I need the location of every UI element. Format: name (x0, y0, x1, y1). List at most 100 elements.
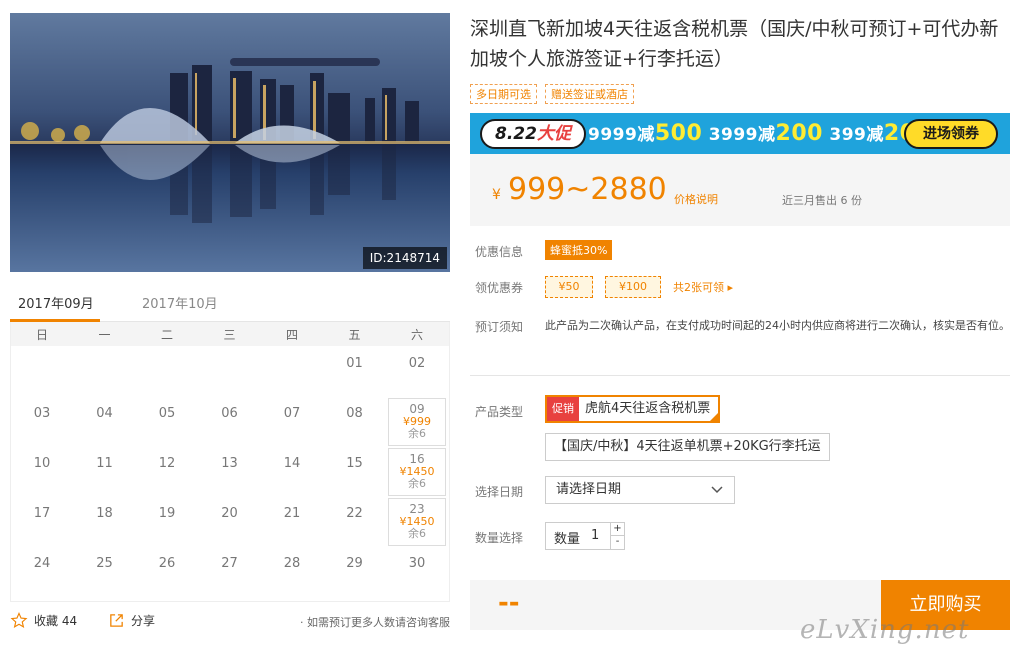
calendar-day: 05 (138, 398, 196, 446)
calendar-day-available[interactable]: 23 ¥1450 余6 (388, 498, 446, 546)
calendar-day: 02 (388, 348, 446, 396)
calendar-day: 19 (138, 498, 196, 546)
calendar-day: 18 (76, 498, 134, 546)
price-box: ¥ 999~2880 价格说明 近三月售出 6 份 (470, 154, 1010, 226)
price-explain-link[interactable]: 价格说明 (674, 191, 718, 207)
calendar-day: 04 (76, 398, 134, 446)
tag-multi-date: 多日期可选 (470, 84, 537, 104)
day-number: 30 (408, 556, 426, 571)
promo-offers: 9999减500 3999减200 399减20 (588, 120, 916, 146)
coupon-label: 领优惠券 (475, 281, 524, 295)
promo-badge: 8.22大促 (480, 119, 586, 149)
calendar-day: 14 (263, 448, 321, 496)
tab-month-sep[interactable]: 2017年09月 (18, 293, 94, 312)
day-number: 19 (158, 506, 176, 521)
product-actions: 收藏 44 分享 · 如需预订更多人数请咨询客服 (10, 612, 450, 632)
day-number: 04 (96, 406, 113, 421)
coupon-more-link[interactable]: 共2张可领 ▸ (673, 279, 733, 295)
calendar-day: 30 (388, 548, 446, 596)
coupon-50[interactable]: ¥50 (545, 276, 593, 298)
weekday-label: 一 (98, 328, 111, 342)
calendar-day-available[interactable]: 16 ¥1450 余6 (388, 448, 446, 496)
booking-notice: 此产品为二次确认产品，在支付成功时间起的24小时内供应商将进行二次确认，核实是否… (545, 319, 1010, 332)
promo-offer-threshold: 9999减 (588, 125, 655, 145)
quantity-plus-button[interactable]: + (610, 523, 624, 536)
day-number: 22 (346, 506, 363, 521)
day-number: 01 (346, 356, 363, 371)
quantity-text: 数量 (554, 532, 581, 547)
day-number: 09 (409, 402, 425, 416)
selected-corner-icon (709, 412, 720, 422)
day-number: 06 (221, 406, 238, 421)
day-number: 02 (408, 356, 426, 371)
weekday-label: 四 (285, 328, 298, 342)
day-number: 16 (409, 452, 425, 466)
calendar-day: 21 (263, 498, 321, 546)
weekday-label: 日 (35, 328, 48, 342)
product-title: 深圳直飞新加坡4天往返含税机票（国庆/中秋可预订+可代办新加坡个人旅游签证+行李… (470, 18, 999, 70)
price-currency: ¥ (492, 187, 501, 203)
tab-month-oct[interactable]: 2017年10月 (142, 293, 218, 312)
weekday-label: 六 (410, 328, 423, 342)
promo-enter-button[interactable]: 进场领券 (904, 119, 998, 149)
notice-label: 预订须知 (475, 320, 524, 334)
chevron-down-icon (711, 486, 723, 494)
day-number: 17 (33, 506, 51, 521)
calendar-day: 28 (263, 548, 321, 596)
day-number: 13 (221, 456, 238, 471)
day-number: 11 (96, 456, 113, 471)
calendar-day: 22 (326, 498, 384, 546)
promo-tag: 促销 (547, 397, 579, 421)
promo-offer-amount: 500 (654, 121, 703, 146)
discount-badge: 蜂蜜抵30% (545, 240, 613, 260)
product-option-selected[interactable]: 促销 虎航4天往返含税机票 (545, 395, 721, 423)
favorite-button[interactable]: 收藏 44 (10, 612, 77, 629)
day-number: 05 (158, 406, 176, 421)
day-number: 15 (346, 456, 363, 471)
day-number: 14 (283, 456, 301, 471)
day-number: 27 (221, 556, 238, 571)
product-tags: 多日期可选 赠送签证或酒店 (470, 84, 634, 104)
promo-offer-amount: 200 (775, 121, 823, 146)
day-number: 25 (96, 556, 113, 571)
calendar-day: 29 (326, 548, 384, 596)
total-price: -- (498, 588, 520, 618)
day-number: 03 (33, 406, 51, 421)
promo-badge-number: 8.22 (495, 124, 537, 144)
day-number: 29 (346, 556, 363, 571)
consult-hint: · 如需预订更多人数请咨询客服 (300, 616, 450, 629)
day-number: 28 (283, 556, 301, 571)
day-number: 24 (33, 556, 51, 571)
share-button[interactable]: 分享 (108, 612, 155, 629)
day-number: 26 (158, 556, 176, 571)
section-divider (470, 375, 1010, 376)
day-number: 18 (96, 506, 113, 521)
calendar-day: 07 (263, 398, 321, 446)
calendar-day: 03 (13, 398, 71, 446)
photo-id-label: ID:2148714 (362, 247, 447, 269)
day-number: 07 (283, 406, 301, 421)
calendar-day: 12 (138, 448, 196, 496)
calendar-day: 20 (201, 498, 259, 546)
product-option[interactable]: 【国庆/中秋】4天往返单机票+20KG行李托运 (545, 433, 830, 461)
watermark: eLvXing.net (800, 615, 970, 645)
quantity-stepper: 数量 1 + - (545, 522, 625, 550)
coupon-100[interactable]: ¥100 (605, 276, 661, 298)
weekday-label: 二 (160, 328, 173, 342)
promo-banner[interactable]: 8.22大促 9999减500 3999减200 399减20 进场领券 (470, 113, 1010, 154)
star-icon (10, 612, 28, 629)
calendar-day: 11 (76, 448, 134, 496)
quantity-value[interactable]: 1 (591, 528, 599, 543)
day-stock: 余6 (408, 477, 426, 490)
weekday-label: 三 (223, 328, 236, 342)
calendar-day: 24 (13, 548, 71, 596)
promo-badge-text: 大促 (536, 124, 571, 144)
day-number: 12 (158, 456, 176, 471)
discount-label: 优惠信息 (475, 245, 524, 259)
date-select[interactable]: 请选择日期 (545, 476, 735, 504)
calendar-day: 26 (138, 548, 196, 596)
day-number: 10 (33, 456, 51, 471)
weekday-label: 五 (348, 328, 361, 342)
calendar-day-available[interactable]: 09 ¥999 余6 (388, 398, 446, 446)
quantity-minus-button[interactable]: - (610, 536, 624, 549)
